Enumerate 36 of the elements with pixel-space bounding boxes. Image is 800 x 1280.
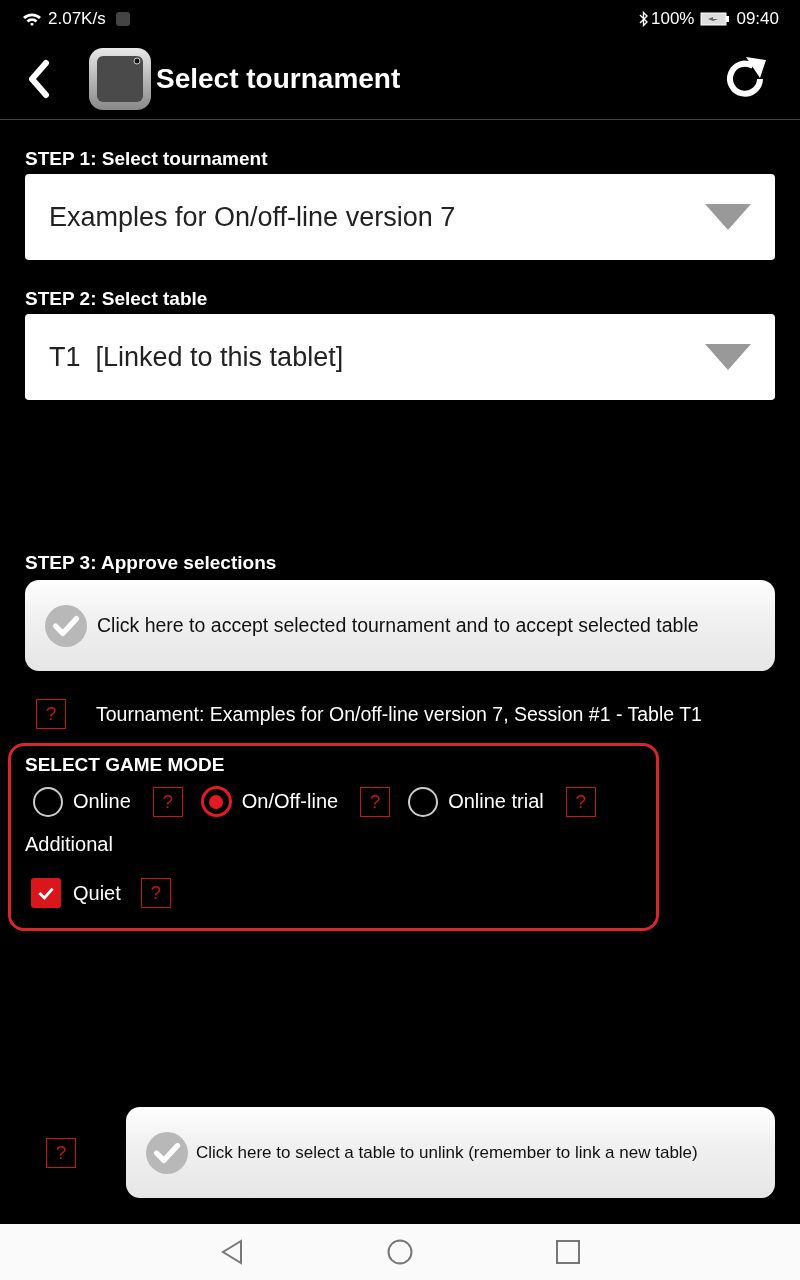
selection-summary: Tournament: Examples for On/off-line version 7, Session #1 - Table T1 xyxy=(96,702,702,726)
check-icon xyxy=(45,604,87,647)
step-label: STEP 2: Select table xyxy=(25,288,209,311)
radio-button[interactable] xyxy=(200,786,232,817)
dropdown-caret-icon xyxy=(705,204,751,230)
recents-square-icon[interactable] xyxy=(555,1239,581,1265)
wifi-icon xyxy=(22,11,42,27)
check-icon xyxy=(146,1131,188,1174)
dropdown-caret-icon xyxy=(705,344,751,370)
radio-option[interactable]: On/Off-line xyxy=(200,786,339,817)
radio-option[interactable]: Online xyxy=(33,786,131,817)
back-triangle-icon[interactable] xyxy=(219,1239,245,1265)
dropdown[interactable]: Examples for On/off-line version 7 xyxy=(25,174,775,260)
radio-option[interactable]: Online trial xyxy=(408,786,544,817)
step-label: STEP 1: Select tournament xyxy=(25,148,269,171)
home-circle-icon[interactable] xyxy=(387,1239,413,1265)
checkbox[interactable] xyxy=(31,878,61,908)
battery-icon xyxy=(700,12,731,26)
accept-button[interactable]: Click here to accept selected tournament and to accept selected table xyxy=(25,580,775,671)
screen-title: Select tournament xyxy=(156,62,402,95)
step-label: STEP 3: Approve selections xyxy=(25,552,278,575)
checkbox-option[interactable]: Quiet xyxy=(31,878,121,908)
section-label: Additional xyxy=(25,833,114,856)
back-icon[interactable] xyxy=(26,58,50,99)
help-button[interactable]: ? xyxy=(46,1137,76,1168)
app-logo-icon xyxy=(88,46,152,111)
help-button[interactable]: ? xyxy=(360,786,391,817)
help-button[interactable]: ? xyxy=(36,699,66,729)
network-speed: 2.07K/s xyxy=(48,9,106,29)
clock: 09:40 xyxy=(736,9,779,29)
section-title: SELECT GAME MODE xyxy=(25,754,226,776)
bluetooth-icon xyxy=(638,11,649,27)
unlink-button[interactable]: Click here to select a table to unlink (remember to link a new table) xyxy=(126,1107,775,1198)
notification-icon xyxy=(115,12,130,26)
dropdown[interactable]: T1 [Linked to this tablet] xyxy=(25,314,775,400)
battery-level: 100% xyxy=(650,9,695,29)
